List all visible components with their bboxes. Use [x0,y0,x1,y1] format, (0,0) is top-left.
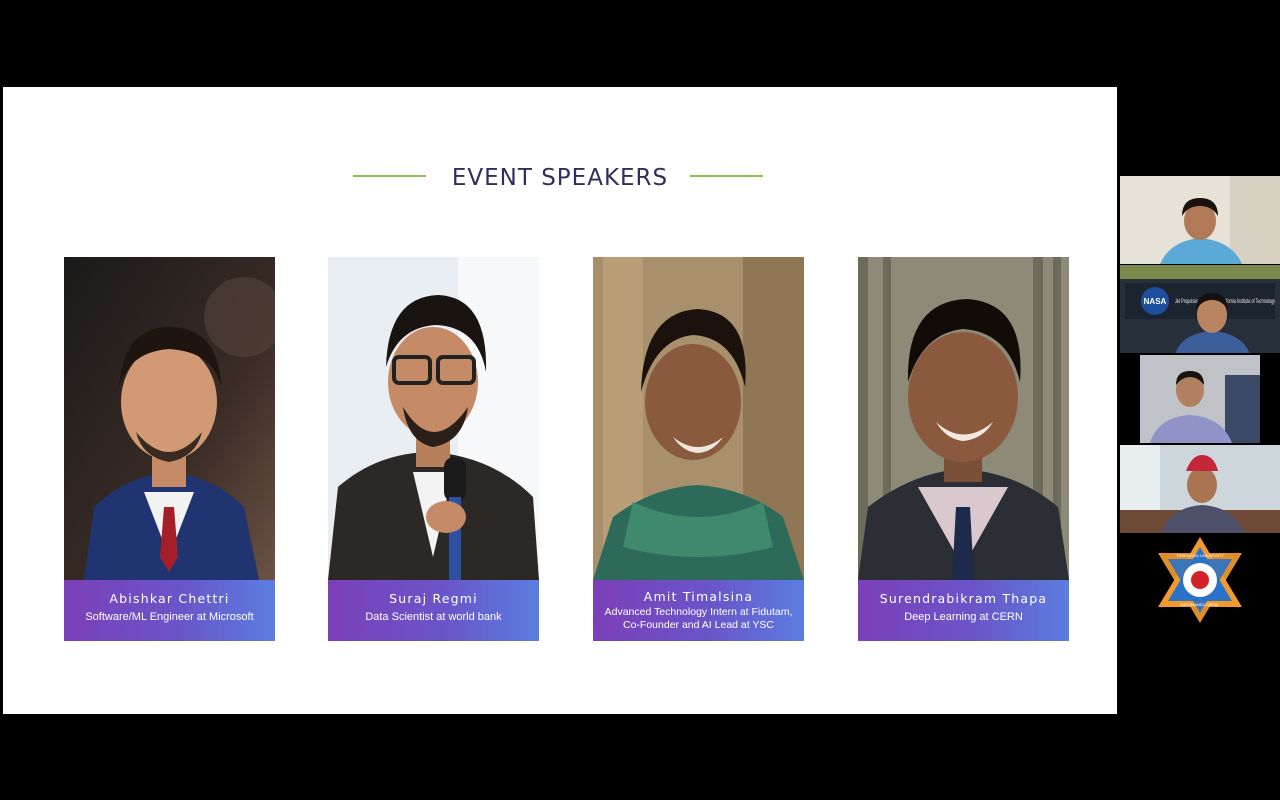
participant-video-tile[interactable] [1140,355,1260,443]
participant-video: NASA Jet Propulsion Laboratory Californi… [1120,265,1280,353]
participant-video-tile[interactable] [1120,445,1280,533]
speaker-role: Data Scientist at world bank [365,611,502,623]
nasa-logo-text: NASA [1144,297,1167,306]
speaker-caption: Amit Timalsina Advanced Technology Inter… [593,580,804,641]
speaker-name: Surendrabikram Thapa [879,591,1048,606]
speaker-card: Suraj Regmi Data Scientist at world bank [328,257,539,641]
participant-video [1120,445,1280,533]
speaker-card: Surendrabikram Thapa Deep Learning at CE… [858,257,1069,641]
speaker-name: Suraj Regmi [389,591,478,606]
shared-slide: EVENT SPEAKERS Abishkar Chettri Software… [3,87,1117,714]
speaker-caption: Suraj Regmi Data Scientist at world bank [328,580,539,641]
slide-title: EVENT SPEAKERS [451,165,669,191]
speaker-caption: Surendrabikram Thapa Deep Learning at CE… [858,580,1069,641]
speaker-role: Deep Learning at CERN [904,611,1023,623]
speaker-role: Advanced Technology Intern at Fidutam, C… [604,606,793,631]
speaker-role: Software/ML Engineer at Microsoft [85,611,254,623]
speaker-photo [64,257,275,580]
speaker-name: Amit Timalsina [643,589,754,604]
university-logo: TRIBHUVAN UNIVERSITY KATHMANDU NEPAL [1120,535,1280,625]
speaker-card: Amit Timalsina Advanced Technology Inter… [593,257,804,641]
logo-bottom-text: KATHMANDU NEPAL [1181,602,1221,607]
logo-top-text: TRIBHUVAN UNIVERSITY [1176,553,1224,558]
participant-video-tile[interactable]: NASA Jet Propulsion Laboratory Californi… [1120,265,1280,353]
participant-video [1140,355,1260,443]
speaker-card: Abishkar Chettri Software/ML Engineer at… [64,257,275,641]
speaker-name: Abishkar Chettri [109,591,230,606]
speaker-photo [858,257,1069,580]
participant-video-tile[interactable] [1120,176,1280,264]
speaker-photo [328,257,539,580]
participant-video [1120,176,1280,264]
participant-logo-tile[interactable]: TRIBHUVAN UNIVERSITY KATHMANDU NEPAL [1120,535,1280,625]
speaker-photo [593,257,804,580]
speaker-caption: Abishkar Chettri Software/ML Engineer at… [64,580,275,641]
